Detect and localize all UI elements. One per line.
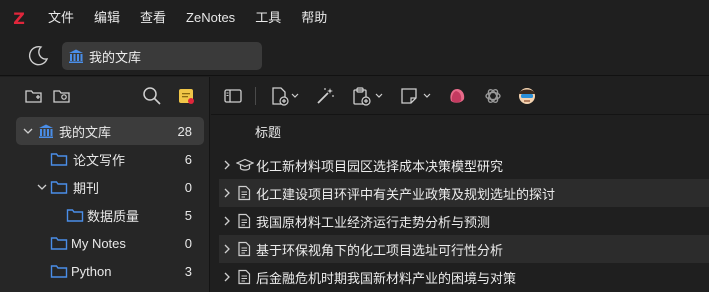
chevron-down-icon[interactable] — [291, 93, 299, 99]
document-icon — [238, 269, 251, 285]
item-row[interactable]: 基于环保视角下的化工项目选址可行性分析 — [219, 235, 709, 263]
new-note-icon[interactable] — [399, 86, 419, 106]
collection-journals[interactable]: 期刊 0 — [0, 173, 210, 201]
openai-icon[interactable] — [483, 86, 503, 106]
library-icon — [39, 124, 53, 138]
item-title: 基于环保视角下的化工项目选址可行性分析 — [256, 242, 504, 258]
toggle-pane-icon[interactable] — [223, 86, 243, 106]
chevron-right-icon[interactable] — [223, 188, 231, 198]
collection-count: 0 — [184, 179, 192, 195]
add-attachment-icon[interactable] — [351, 86, 371, 106]
document-icon — [238, 241, 251, 257]
collections-toolbar — [0, 77, 209, 115]
items-pane: 标题 化工新材料项目园区选择成本决策模型研究 化工建设项目环评中有关产业政策及规… — [211, 77, 709, 292]
item-title: 后金融危机时期我国新材料产业的困境与对策 — [256, 270, 517, 286]
chevron-right-icon[interactable] — [223, 160, 231, 170]
collection-count: 0 — [184, 235, 192, 251]
new-item-icon[interactable] — [269, 86, 289, 106]
collection-python[interactable]: Python 3 — [0, 257, 210, 285]
item-row[interactable]: 化工建设项目环评中有关产业政策及规划选址的探讨 — [219, 179, 709, 207]
menu-help[interactable]: 帮助 — [291, 0, 337, 36]
chevron-down-icon[interactable] — [423, 93, 431, 99]
chevron-down-icon[interactable] — [22, 125, 34, 137]
collection-label: My Notes — [71, 235, 126, 251]
folder-icon — [50, 153, 68, 166]
avatar-icon[interactable] — [517, 86, 537, 106]
folder-icon — [66, 209, 84, 222]
collection-count: 28 — [177, 123, 192, 139]
collection-data-quality[interactable]: 数据质量 5 — [0, 201, 210, 229]
items-table-header: 标题 — [211, 117, 709, 145]
tab-my-library[interactable]: 我的文库 — [62, 42, 262, 70]
collections-pane: 我的文库 28 论文写作 6 期刊 0 数据质量 5 My Notes 0 Py… — [0, 77, 210, 292]
collection-label: 数据质量 — [87, 208, 140, 224]
collection-label: 期刊 — [73, 180, 100, 196]
menu-tools[interactable]: 工具 — [245, 0, 291, 36]
moon-icon[interactable] — [26, 44, 50, 68]
item-title: 化工新材料项目园区选择成本决策模型研究 — [256, 158, 504, 174]
collection-label: 论文写作 — [73, 152, 126, 168]
library-icon — [69, 49, 83, 63]
item-row[interactable]: 我国原材料工业经济运行走势分析与预测 — [219, 207, 709, 235]
collection-count: 3 — [184, 263, 192, 279]
notes-badge-icon[interactable] — [176, 86, 196, 106]
toolbar-separator — [255, 87, 256, 105]
column-header-title[interactable]: 标题 — [255, 122, 281, 141]
menubar: Z 文件 编辑 查看 ZeNotes 工具 帮助 — [0, 0, 709, 36]
red-blob-icon[interactable] — [447, 86, 467, 106]
app-logo[interactable]: Z — [0, 0, 38, 36]
app-logo-letter: Z — [13, 8, 25, 28]
menu-view[interactable]: 查看 — [130, 0, 176, 36]
menu-zenotes[interactable]: ZeNotes — [176, 0, 245, 36]
chevron-down-icon[interactable] — [375, 93, 383, 99]
collection-tree: 我的文库 28 论文写作 6 期刊 0 数据质量 5 My Notes 0 Py… — [0, 117, 210, 285]
document-icon — [238, 185, 251, 201]
collection-label: Python — [71, 263, 112, 279]
chevron-down-icon[interactable] — [36, 181, 48, 193]
magic-wand-icon[interactable] — [315, 86, 335, 106]
item-row[interactable]: 化工新材料项目园区选择成本决策模型研究 — [219, 151, 709, 179]
folder-icon — [50, 265, 68, 278]
chevron-right-icon[interactable] — [223, 244, 231, 254]
collection-paper-writing[interactable]: 论文写作 6 — [0, 145, 210, 173]
items-toolbar — [211, 77, 709, 115]
menu-edit[interactable]: 编辑 — [84, 0, 130, 36]
document-icon — [238, 213, 251, 229]
chevron-right-icon[interactable] — [223, 216, 231, 226]
menu-file[interactable]: 文件 — [38, 0, 84, 36]
new-saved-search-icon[interactable] — [52, 86, 72, 106]
collection-my-library[interactable]: 我的文库 28 — [16, 117, 204, 145]
tab-label: 我的文库 — [89, 49, 142, 65]
chevron-right-icon[interactable] — [223, 272, 231, 282]
folder-icon — [50, 181, 68, 194]
collection-count: 6 — [184, 151, 192, 167]
item-title: 我国原材料工业经济运行走势分析与预测 — [256, 214, 491, 230]
collection-my-notes[interactable]: My Notes 0 — [0, 229, 210, 257]
collection-count: 5 — [184, 207, 192, 223]
item-title: 化工建设项目环评中有关产业政策及规划选址的探讨 — [256, 186, 556, 202]
collection-label: 我的文库 — [59, 124, 112, 140]
tab-bar: 我的文库 — [0, 36, 709, 76]
new-collection-icon[interactable] — [24, 86, 44, 106]
item-row[interactable]: 后金融危机时期我国新材料产业的困境与对策 — [219, 263, 709, 291]
search-icon[interactable] — [142, 86, 162, 106]
folder-icon — [50, 237, 68, 250]
graduation-cap-icon — [236, 158, 254, 171]
